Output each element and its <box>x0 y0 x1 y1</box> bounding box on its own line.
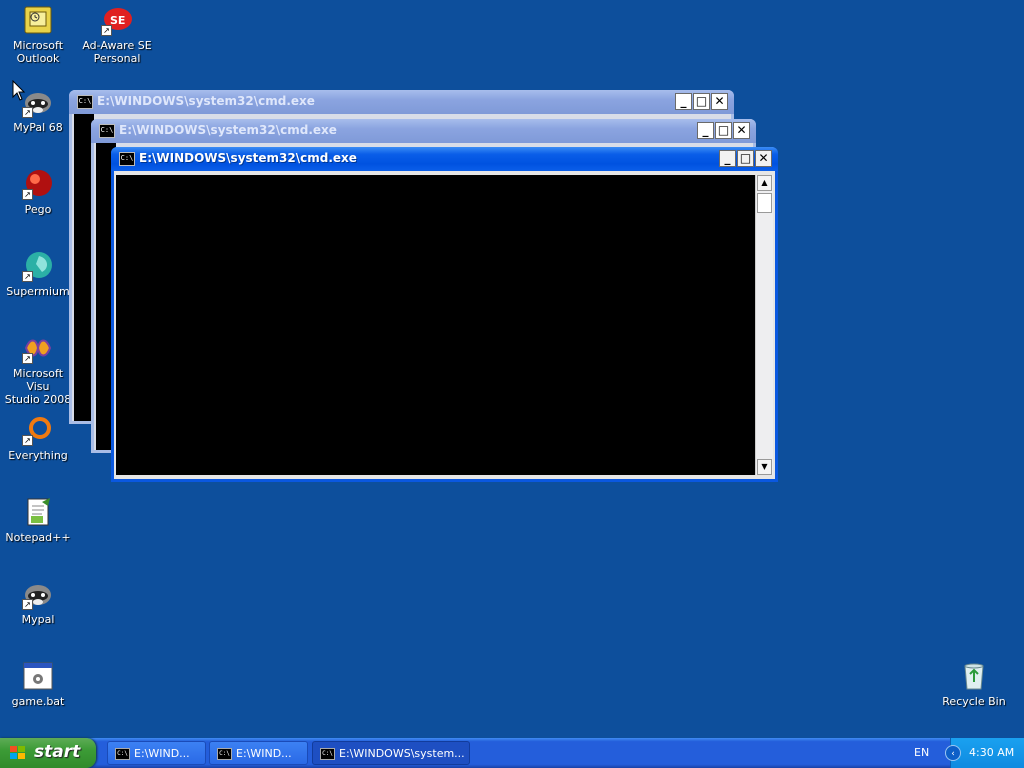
cmd-app-icon: C:\ <box>320 748 335 760</box>
desktop-icon-label: Pego <box>24 203 52 216</box>
system-tray: ‹ 4:30 AM <box>945 738 1024 768</box>
desktop-icon-visual-studio[interactable]: ↗ Microsoft Visu Studio 2008 <box>0 332 76 406</box>
shortcut-arrow-icon: ↗ <box>22 435 33 446</box>
taskbar: start C:\ E:\WIND... C:\ E:\WIND... C:\ … <box>0 738 1024 768</box>
cmd-app-icon: C:\ <box>119 152 135 166</box>
desktop-icon-label: Notepad++ <box>5 531 71 544</box>
desktop-icon-recycle-bin[interactable]: Recycle Bin <box>936 660 1012 708</box>
desktop-icon-microsoft-outlook[interactable]: Microsoft Outlook <box>0 4 76 65</box>
shortcut-arrow-icon: ↗ <box>22 599 33 610</box>
desktop-icon-label: Supermium <box>6 285 70 298</box>
maximize-button[interactable]: □ <box>693 93 710 110</box>
minimize-button[interactable]: _ <box>675 93 692 110</box>
taskbar-button-label: E:\WIND... <box>134 747 190 760</box>
desktop-icon-label: Microsoft Outlook <box>12 39 64 65</box>
close-button[interactable]: ✕ <box>755 150 772 167</box>
raccoon-icon: ↗ <box>22 578 54 610</box>
red-ball-icon: ↗ <box>22 168 54 200</box>
scroll-down-button[interactable]: ▼ <box>757 459 772 475</box>
notepad-plus-plus-icon <box>22 496 54 528</box>
console-area[interactable]: ▲ ▼ <box>116 175 773 475</box>
start-button[interactable]: start <box>0 738 96 768</box>
supermium-icon: ↗ <box>22 250 54 282</box>
mouse-cursor-icon <box>12 80 26 101</box>
cmd-app-icon: C:\ <box>77 95 93 109</box>
cmd-app-icon: C:\ <box>115 748 130 760</box>
cmd-app-icon: C:\ <box>217 748 232 760</box>
shortcut-arrow-icon: ↗ <box>22 353 33 364</box>
taskbar-button-label: E:\WIND... <box>236 747 292 760</box>
shortcut-arrow-icon: ↗ <box>22 271 33 282</box>
recycle-bin-icon <box>958 660 990 692</box>
taskbar-button-cmd-1[interactable]: C:\ E:\WIND... <box>107 741 206 765</box>
desktop-icon-everything[interactable]: ↗ Everything <box>0 414 76 462</box>
close-button[interactable]: ✕ <box>711 93 728 110</box>
start-label: start <box>34 742 81 762</box>
minimize-button[interactable]: _ <box>719 150 736 167</box>
window-title: E:\WINDOWS\system32\cmd.exe <box>97 94 315 108</box>
outlook-icon <box>22 4 54 36</box>
taskbar-button-label: E:\WINDOWS\system... <box>339 747 465 760</box>
cmd-window-active[interactable]: C:\ E:\WINDOWS\system32\cmd.exe _ □ ✕ ▲ … <box>111 147 778 482</box>
everything-icon: ↗ <box>22 414 54 446</box>
window-title: E:\WINDOWS\system32\cmd.exe <box>139 151 357 165</box>
raccoon-icon: ↗ <box>22 86 54 118</box>
desktop-icon-mypal[interactable]: ↗ Mypal <box>0 578 76 626</box>
minimize-button[interactable]: _ <box>697 122 714 139</box>
close-button[interactable]: ✕ <box>733 122 750 139</box>
ad-aware-icon: SE ↗ <box>101 4 133 36</box>
desktop-icon-label: game.bat <box>11 695 65 708</box>
desktop-icon-label: Everything <box>8 449 68 462</box>
window-titlebar[interactable]: C:\ E:\WINDOWS\system32\cmd.exe _ □ ✕ <box>91 119 756 143</box>
show-hidden-icons-chevron-icon[interactable]: ‹ <box>945 745 961 761</box>
desktop-icon-label: Microsoft Visu Studio 2008 <box>4 367 72 406</box>
desktop-icon-supermium[interactable]: ↗ Supermium <box>0 250 76 298</box>
vertical-scrollbar[interactable]: ▲ ▼ <box>755 175 773 475</box>
desktop-icon-pego[interactable]: ↗ Pego <box>0 168 76 216</box>
desktop-icon-ad-aware[interactable]: SE ↗ Ad-Aware SE Personal <box>79 4 155 65</box>
desktop-icon-label: MyPal 68 <box>13 121 63 134</box>
scroll-up-button[interactable]: ▲ <box>757 175 772 191</box>
desktop-icon-label: Mypal <box>21 613 55 626</box>
shortcut-arrow-icon: ↗ <box>22 107 33 118</box>
desktop-icon-label: Recycle Bin <box>942 695 1006 708</box>
windows-logo-icon <box>10 746 26 760</box>
visual-studio-icon: ↗ <box>22 332 54 364</box>
window-titlebar[interactable]: C:\ E:\WINDOWS\system32\cmd.exe _ □ ✕ <box>111 147 778 171</box>
shortcut-arrow-icon: ↗ <box>101 25 112 36</box>
cmd-app-icon: C:\ <box>99 124 115 138</box>
svg-text:SE: SE <box>110 14 125 27</box>
maximize-button[interactable]: □ <box>715 122 732 139</box>
desktop-icon-label: Ad-Aware SE Personal <box>82 39 152 65</box>
taskbar-button-cmd-3[interactable]: C:\ E:\WINDOWS\system... <box>312 741 470 765</box>
desktop-icon-game-bat[interactable]: game.bat <box>0 660 76 708</box>
taskbar-button-cmd-2[interactable]: C:\ E:\WIND... <box>209 741 308 765</box>
clock[interactable]: 4:30 AM <box>969 746 1014 759</box>
scroll-thumb[interactable] <box>757 193 772 213</box>
window-titlebar[interactable]: C:\ E:\WINDOWS\system32\cmd.exe _ □ ✕ <box>69 90 734 114</box>
batch-file-icon <box>22 660 54 692</box>
language-indicator[interactable]: EN <box>914 746 929 759</box>
maximize-button[interactable]: □ <box>737 150 754 167</box>
window-title: E:\WINDOWS\system32\cmd.exe <box>119 123 337 137</box>
desktop-icon-notepad-plus-plus[interactable]: Notepad++ <box>0 496 76 544</box>
desktop: Microsoft Outlook SE ↗ Ad-Aware SE Perso… <box>0 0 1024 738</box>
shortcut-arrow-icon: ↗ <box>22 189 33 200</box>
